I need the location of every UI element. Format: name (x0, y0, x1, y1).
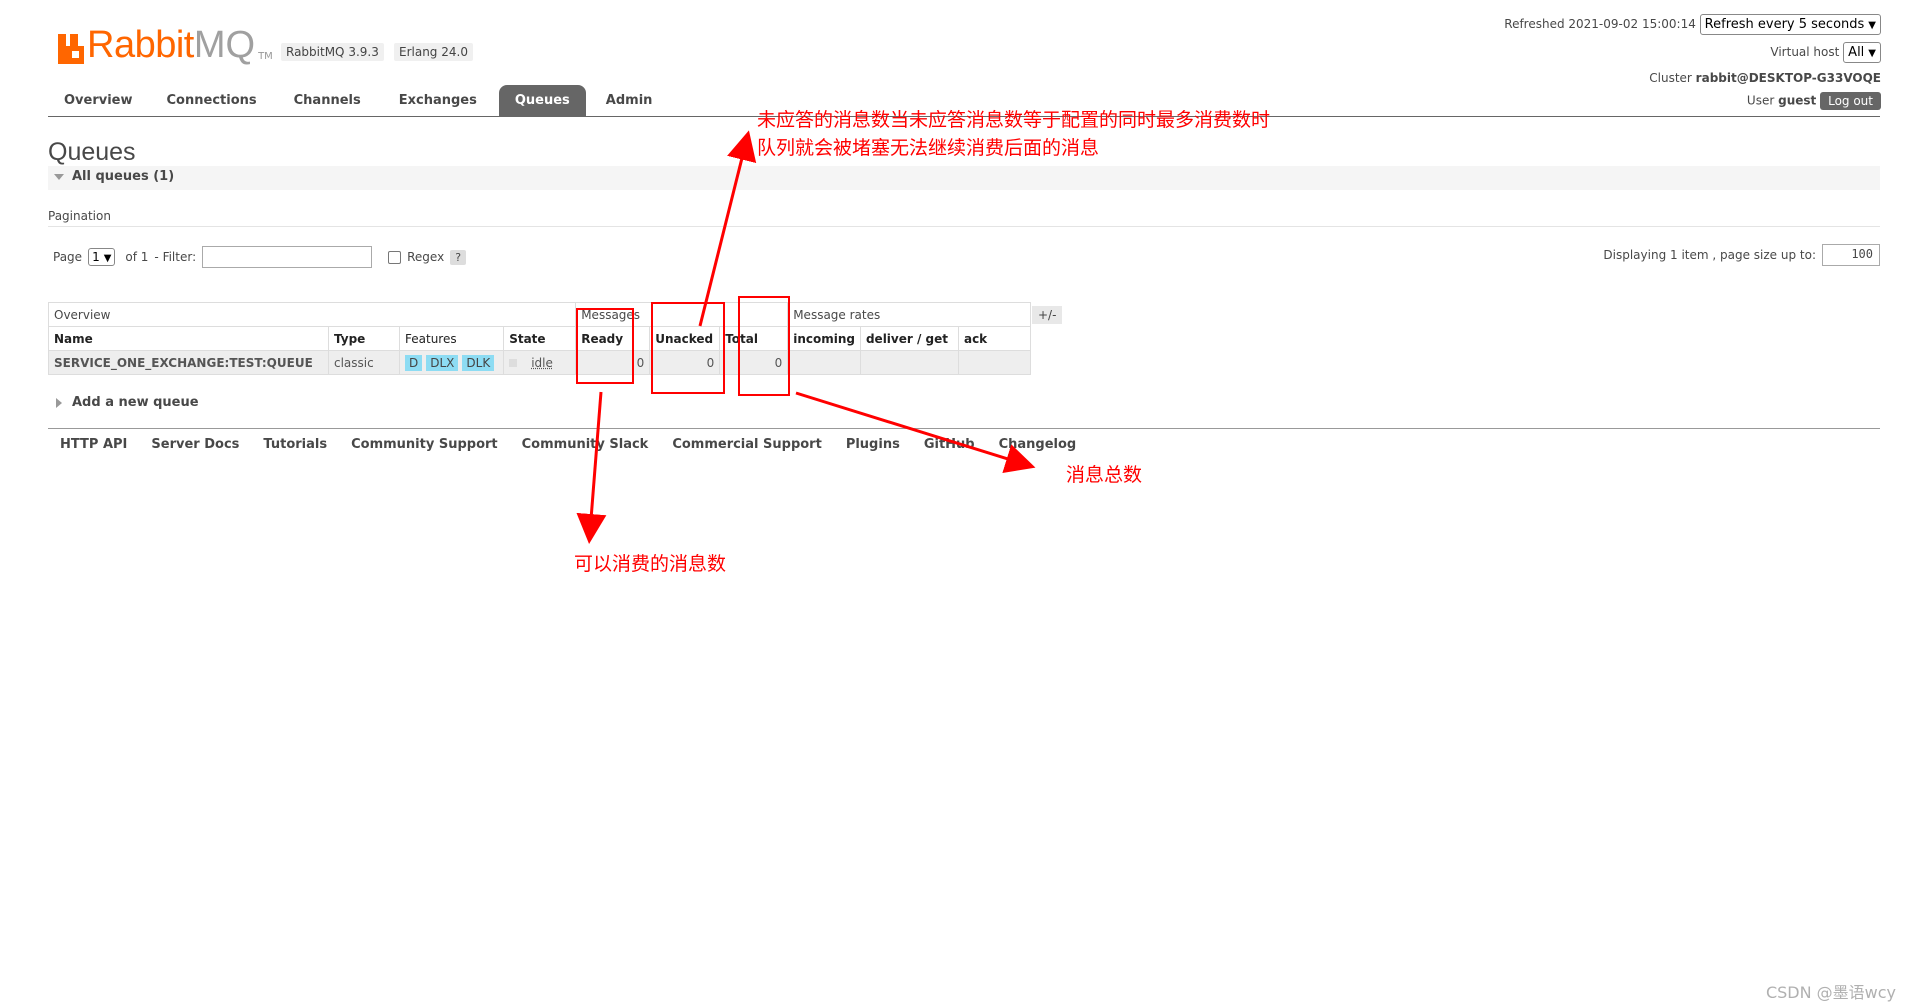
unacked-note-line2: 队列就会被堵塞无法继续消费后面的消息 (757, 137, 1100, 159)
unacked-note-line1: 未应答的消息数当未应答消息数等于配置的同时最多消费数时 (757, 109, 1271, 131)
ready-note: 可以消费的消息数 (574, 553, 727, 575)
arrow-to-ready-note (576, 391, 607, 544)
arrow-to-unacked-note (698, 130, 757, 327)
arrow-to-total-note (795, 391, 1036, 473)
total-note: 消息总数 (1066, 464, 1143, 486)
csdn-watermark: CSDN @墨语wcy (1765, 983, 1896, 1002)
